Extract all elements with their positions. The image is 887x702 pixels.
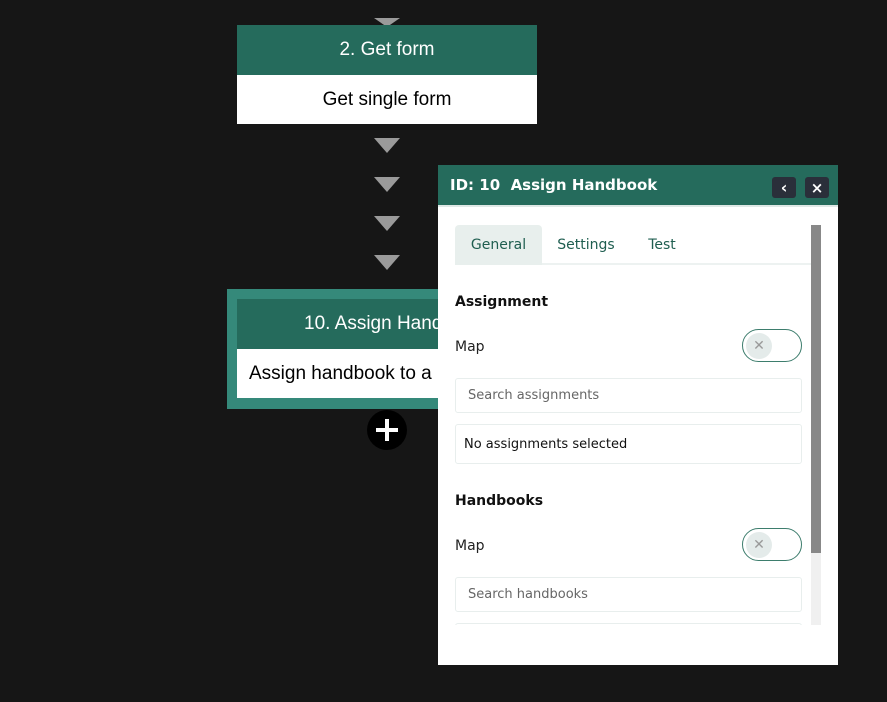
collapse-button[interactable]: ‹: [772, 177, 796, 198]
tab-general[interactable]: General: [455, 225, 542, 265]
assignment-map-toggle[interactable]: ✕: [742, 329, 802, 362]
chevron-left-icon: ‹: [780, 178, 788, 197]
close-icon: ✕: [746, 532, 772, 558]
assignments-empty-state: No assignments selected: [455, 424, 802, 464]
close-icon: ×: [810, 178, 824, 197]
connector-arrow-icon: [374, 177, 400, 192]
search-assignments-input[interactable]: Search assignments: [455, 378, 802, 413]
handbooks-heading: Handbooks: [455, 493, 544, 509]
scrollbar-thumb[interactable]: [811, 225, 821, 553]
handbooks-map-label: Map: [455, 538, 485, 554]
panel-scrollbar[interactable]: [811, 225, 821, 625]
connector-arrow-icon: [374, 255, 400, 270]
panel-title: ID: 10 Assign Handbook: [450, 176, 658, 194]
handbooks-list-box: [455, 623, 802, 625]
assignment-map-label: Map: [455, 339, 485, 355]
search-handbooks-input[interactable]: Search handbooks: [455, 577, 802, 612]
node-get-form-body[interactable]: Get single form: [237, 75, 537, 124]
connector-arrow-icon: [374, 138, 400, 153]
assignment-heading: Assignment: [455, 294, 549, 310]
tab-settings[interactable]: Settings: [552, 225, 620, 265]
step-settings-panel: ID: 10 Assign Handbook ‹ × General Setti…: [438, 165, 838, 665]
tab-bar: General Settings Test: [455, 225, 811, 265]
close-button[interactable]: ×: [805, 177, 829, 198]
node-get-form-header[interactable]: 2. Get form: [237, 25, 537, 75]
add-step-button[interactable]: [367, 410, 407, 450]
connector-arrow-icon: [374, 216, 400, 231]
plus-icon-bar: [385, 419, 389, 441]
tab-test[interactable]: Test: [640, 225, 684, 265]
handbooks-map-toggle[interactable]: ✕: [742, 528, 802, 561]
close-icon: ✕: [746, 333, 772, 359]
